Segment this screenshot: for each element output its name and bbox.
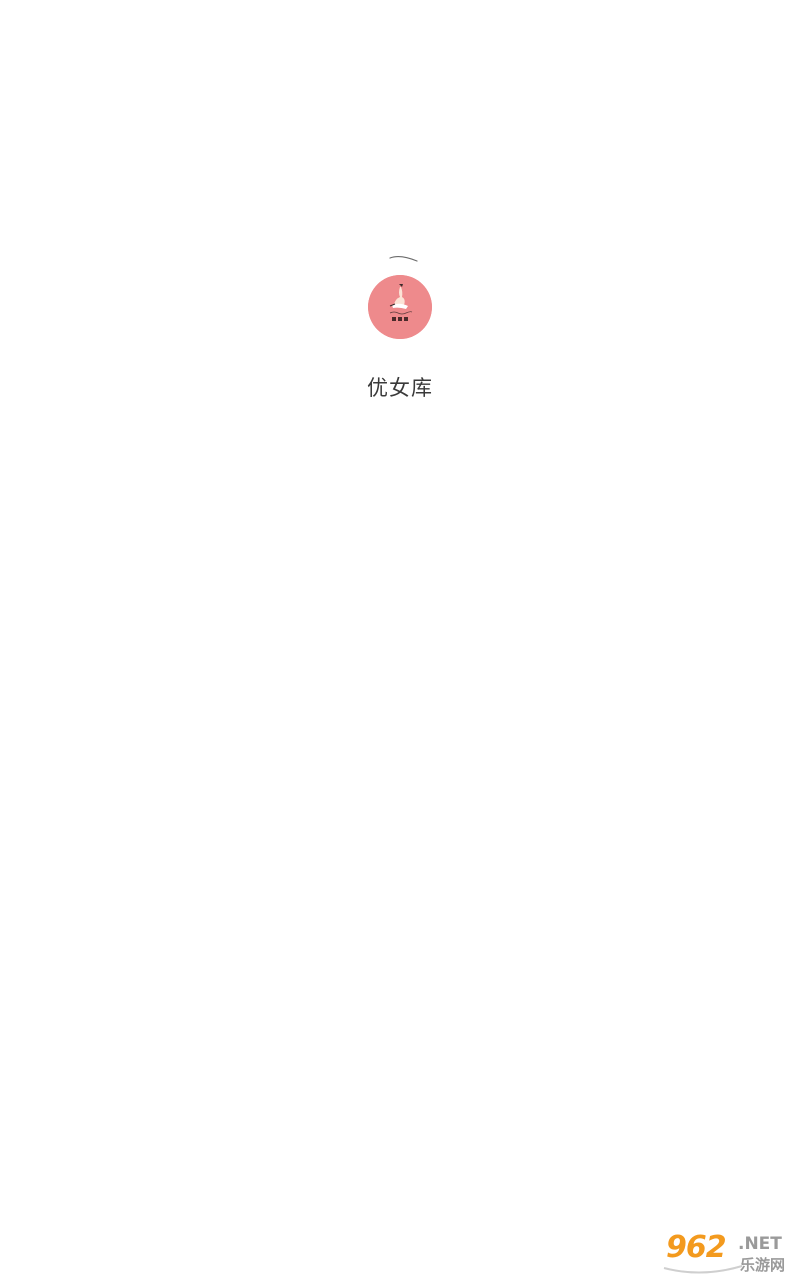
app-logo-icon	[368, 275, 432, 339]
watermark-domain: .NET	[738, 1234, 782, 1254]
watermark-site-name: 乐游网	[740, 1256, 786, 1274]
watermark-number: 962	[666, 1230, 727, 1265]
app-name: 优女库	[367, 376, 433, 400]
site-watermark: 962 .NET 乐游网	[662, 1230, 794, 1276]
splash-screen: 优女库 962 .NET 乐游网	[0, 0, 800, 1280]
